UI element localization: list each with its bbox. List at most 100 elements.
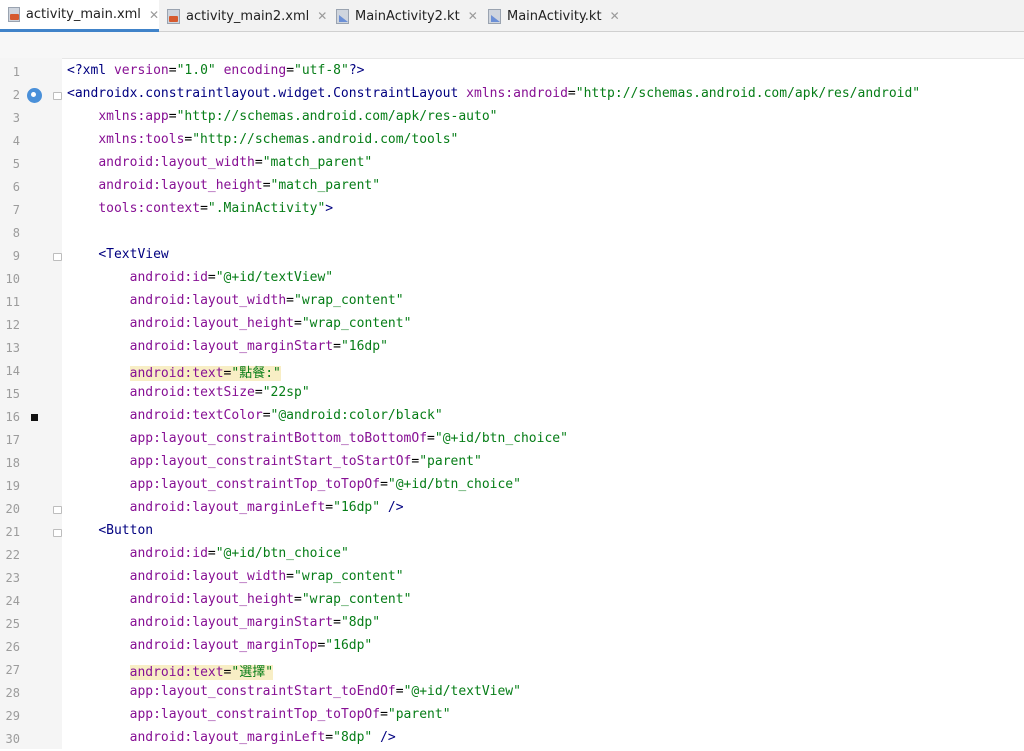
code-line[interactable]: 29 app:layout_constraintTop_toTopOf="par… — [0, 705, 1024, 728]
code-text: <?xml version="1.0" encoding="utf-8"?> — [67, 63, 365, 78]
code-line[interactable]: 23 android:layout_width="wrap_content" — [0, 567, 1024, 590]
code-line[interactable]: 8 — [0, 222, 1024, 245]
code-text: xmlns:app="http://schemas.android.com/ap… — [98, 109, 498, 124]
code-text: <TextView — [98, 247, 169, 262]
code-line[interactable]: 3 xmlns:app="http://schemas.android.com/… — [0, 107, 1024, 130]
line-number: 5 — [12, 157, 20, 171]
line-number: 6 — [12, 180, 20, 194]
color-swatch-icon — [31, 414, 38, 421]
line-number: 12 — [5, 318, 20, 332]
code-line[interactable]: 15 android:textSize="22sp" — [0, 383, 1024, 406]
code-line[interactable]: 5 android:layout_width="match_parent" — [0, 153, 1024, 176]
code-text: android:text="選擇" — [129, 665, 274, 680]
close-icon[interactable]: ✕ — [149, 8, 159, 22]
code-line[interactable]: 9 <TextView — [0, 245, 1024, 268]
line-number: 7 — [12, 203, 20, 217]
code-text: android:layout_width="wrap_content" — [129, 293, 404, 308]
code-text: <Button — [98, 523, 154, 538]
code-line[interactable]: 27 android:text="選擇" — [0, 659, 1024, 682]
code-line[interactable]: 6 android:layout_height="match_parent" — [0, 176, 1024, 199]
code-line[interactable]: 28 app:layout_constraintStart_toEndOf="@… — [0, 682, 1024, 705]
line-number: 24 — [5, 594, 20, 608]
layout-preview-icon[interactable] — [27, 88, 42, 103]
editor-breadcrumb-bar — [0, 32, 1024, 59]
code-line[interactable]: 1 <?xml version="1.0" encoding="utf-8"?> — [0, 61, 1024, 84]
code-line[interactable]: 19 app:layout_constraintTop_toTopOf="@+i… — [0, 475, 1024, 498]
line-number: 20 — [5, 502, 20, 516]
fold-toggle-icon[interactable] — [53, 506, 62, 514]
line-number: 19 — [5, 479, 20, 493]
tab-label: activity_main2.xml — [186, 8, 310, 24]
code-line[interactable]: 24 android:layout_height="wrap_content" — [0, 590, 1024, 613]
code-text: android:layout_marginTop="16dp" — [129, 638, 373, 653]
line-number: 9 — [12, 249, 20, 263]
code-text: android:text="點餐:" — [129, 366, 281, 381]
line-number: 23 — [5, 571, 20, 585]
code-line[interactable]: 22 android:id="@+id/btn_choice" — [0, 544, 1024, 567]
code-line[interactable]: 2 <androidx.constraintlayout.widget.Const… — [0, 84, 1024, 107]
code-text: app:layout_constraintStart_toStartOf="pa… — [129, 454, 482, 469]
line-number: 1 — [12, 65, 20, 79]
close-icon[interactable]: ✕ — [610, 9, 620, 23]
code-line[interactable]: 18 app:layout_constraintStart_toStartOf=… — [0, 452, 1024, 475]
xml-file-icon — [8, 7, 20, 22]
code-line[interactable]: 20 android:layout_marginLeft="16dp" /> — [0, 498, 1024, 521]
fold-toggle-icon[interactable] — [53, 253, 62, 261]
code-line[interactable]: 13 android:layout_marginStart="16dp" — [0, 337, 1024, 360]
close-icon[interactable]: ✕ — [468, 9, 478, 23]
line-number: 13 — [5, 341, 20, 355]
tab-label: activity_main.xml — [25, 7, 141, 22]
code-line[interactable]: 7 tools:context=".MainActivity"> — [0, 199, 1024, 222]
line-number: 26 — [5, 640, 20, 654]
code-line[interactable]: 11 android:layout_width="wrap_content" — [0, 291, 1024, 314]
xml-file-icon — [167, 8, 180, 24]
code-text: android:layout_height="wrap_content" — [129, 592, 412, 607]
line-number: 30 — [5, 732, 20, 746]
code-text: <androidx.constraintlayout.widget.Constr… — [67, 86, 921, 101]
code-line[interactable]: 4 xmlns:tools="http://schemas.android.co… — [0, 130, 1024, 153]
code-text: android:textSize="22sp" — [129, 385, 310, 400]
code-line[interactable]: 26 android:layout_marginTop="16dp" — [0, 636, 1024, 659]
code-text: android:layout_width="wrap_content" — [129, 569, 404, 584]
line-number: 11 — [5, 295, 20, 309]
tab-mainactivity2-kt[interactable]: MainActivity2.kt ✕ — [336, 0, 478, 32]
tab-activity-main-xml[interactable]: activity_main.xml ✕ — [0, 0, 159, 32]
code-line[interactable]: 16 android:textColor="@android:color/bla… — [0, 406, 1024, 429]
code-text: android:layout_marginStart="8dp" — [129, 615, 381, 630]
code-text: app:layout_constraintBottom_toBottomOf="… — [129, 431, 568, 446]
code-text: tools:context=".MainActivity"> — [98, 201, 334, 216]
code-line[interactable]: 25 android:layout_marginStart="8dp" — [0, 613, 1024, 636]
editor-tab-bar: activity_main.xml ✕ activity_main2.xml ✕… — [0, 0, 1024, 32]
code-line[interactable]: 12 android:layout_height="wrap_content" — [0, 314, 1024, 337]
tab-mainactivity-kt[interactable]: MainActivity.kt ✕ — [488, 0, 620, 32]
close-icon[interactable]: ✕ — [317, 9, 327, 23]
code-text: android:layout_marginStart="16dp" — [129, 339, 388, 354]
code-line[interactable]: 17 app:layout_constraintBottom_toBottomO… — [0, 429, 1024, 452]
line-number: 8 — [12, 226, 20, 240]
tab-label: MainActivity.kt — [507, 8, 602, 24]
code-text: android:id="@+id/textView" — [129, 270, 334, 285]
line-number: 14 — [5, 364, 20, 378]
code-text: app:layout_constraintTop_toTopOf="parent… — [129, 707, 451, 722]
code-text: app:layout_constraintStart_toEndOf="@+id… — [129, 684, 521, 699]
line-number: 18 — [5, 456, 20, 470]
line-number: 27 — [5, 663, 20, 677]
line-number: 17 — [5, 433, 20, 447]
line-number: 28 — [5, 686, 20, 700]
code-line[interactable]: 10 android:id="@+id/textView" — [0, 268, 1024, 291]
fold-toggle-icon[interactable] — [53, 92, 62, 100]
line-number: 3 — [12, 111, 20, 125]
tab-label: MainActivity2.kt — [355, 8, 460, 24]
code-line[interactable]: 21 <Button — [0, 521, 1024, 544]
tab-activity-main2-xml[interactable]: activity_main2.xml ✕ — [167, 0, 327, 32]
line-number: 16 — [5, 410, 20, 424]
line-number: 2 — [12, 88, 20, 102]
code-text: android:id="@+id/btn_choice" — [129, 546, 349, 561]
code-line[interactable]: 14 android:text="點餐:" — [0, 360, 1024, 383]
fold-toggle-icon[interactable] — [53, 529, 62, 537]
line-number: 25 — [5, 617, 20, 631]
code-text: xmlns:tools="http://schemas.android.com/… — [98, 132, 459, 147]
code-line[interactable]: 30 android:layout_marginLeft="8dp" /> — [0, 728, 1024, 751]
code-text: android:layout_height="match_parent" — [98, 178, 381, 193]
line-number: 10 — [5, 272, 20, 286]
